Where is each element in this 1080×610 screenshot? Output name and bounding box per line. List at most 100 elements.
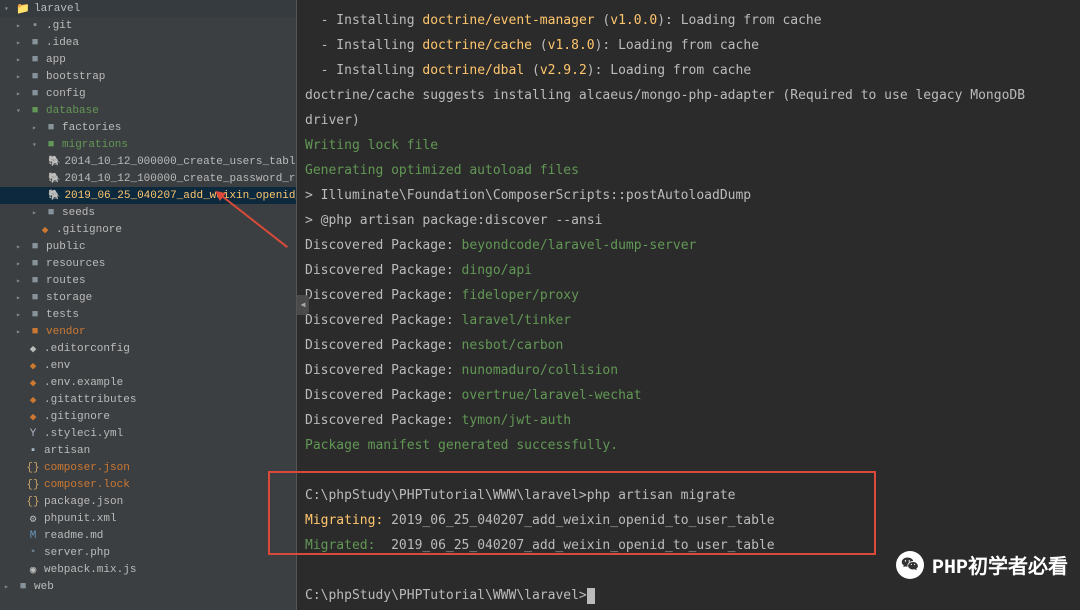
folder-icon: ■ (28, 325, 42, 339)
terminal-line: Discovered Package: beyondcode/laravel-d… (305, 233, 1080, 258)
project-sidebar[interactable]: ▾ 📁 laravel ▸▪.git ▸■.idea ▸■app ▸■boots… (0, 0, 297, 610)
chevron-right-icon: ▸ (16, 38, 24, 48)
file-label: .gitignore (44, 411, 110, 423)
folder-label: .idea (46, 37, 79, 49)
watermark: PHP初学者必看 (896, 550, 1068, 580)
terminal-prompt: C:\phpStudy\PHPTutorial\WWW\laravel> (305, 583, 1080, 608)
file-gitignore[interactable]: ◆ .gitignore (0, 221, 296, 238)
terminal-line: Discovered Package: tymon/jwt-auth (305, 408, 1080, 433)
file-env-example[interactable]: ◆.env.example (0, 374, 296, 391)
git-icon: ◆ (26, 393, 40, 407)
file-env[interactable]: ◆.env (0, 357, 296, 374)
terminal-line: Discovered Package: nesbot/carbon (305, 333, 1080, 358)
file-editorconfig[interactable]: ◆ .editorconfig (0, 340, 296, 357)
folder-web[interactable]: ▸■web (0, 578, 296, 595)
folder-config[interactable]: ▸■config (0, 85, 296, 102)
file-webpack[interactable]: ◉webpack.mix.js (0, 561, 296, 578)
folder-label: factories (62, 122, 121, 134)
terminal-panel[interactable]: - Installing doctrine/event-manager (v1.… (297, 0, 1080, 610)
file-artisan[interactable]: ▪artisan (0, 442, 296, 459)
terminal-line: - Installing doctrine/event-manager (v1.… (305, 8, 1080, 33)
file-label: package.json (44, 496, 123, 508)
chevron-right-icon: ▸ (16, 242, 24, 252)
wechat-icon (896, 551, 924, 579)
chevron-right-icon: ▸ (16, 293, 24, 303)
xml-icon: ⚙ (26, 512, 40, 526)
folder-icon: ■ (28, 70, 42, 84)
file-phpunit[interactable]: ⚙phpunit.xml (0, 510, 296, 527)
git-icon: ◆ (26, 410, 40, 424)
folder-public[interactable]: ▸■public (0, 238, 296, 255)
folder-label: routes (46, 275, 86, 287)
terminal-line: > @php artisan package:discover --ansi (305, 208, 1080, 233)
project-root[interactable]: ▾ 📁 laravel (0, 0, 296, 17)
file-composer-lock[interactable]: {}composer.lock (0, 476, 296, 493)
folder-label: migrations (62, 139, 128, 151)
php-icon: 🐘 (48, 155, 60, 169)
migration-file[interactable]: 🐘2014_10_12_100000_create_password_reset… (0, 170, 296, 187)
config-icon: ◆ (26, 342, 40, 356)
file-gitignore[interactable]: ◆ .gitignore (0, 408, 296, 425)
folder-app[interactable]: ▸■app (0, 51, 296, 68)
folder-label: storage (46, 292, 92, 304)
folder-migrations[interactable]: ▾■migrations (0, 136, 296, 153)
folder-label: vendor (46, 326, 86, 338)
file-package-json[interactable]: {}package.json (0, 493, 296, 510)
file-label: webpack.mix.js (44, 564, 136, 576)
file-server-php[interactable]: ▪server.php (0, 544, 296, 561)
terminal-line: Discovered Package: laravel/tinker (305, 308, 1080, 333)
chevron-right-icon: ▸ (16, 310, 24, 320)
chevron-right-icon: ▸ (16, 259, 24, 269)
folder-label: public (46, 241, 86, 253)
chevron-right-icon: ▸ (16, 55, 24, 65)
sidebar-collapse-button[interactable]: ◀ (297, 295, 309, 315)
file-label: .gitattributes (44, 394, 136, 406)
folder-icon: ■ (28, 104, 42, 118)
folder-routes[interactable]: ▸■routes (0, 272, 296, 289)
terminal-line: Discovered Package: dingo/api (305, 258, 1080, 283)
chevron-right-icon: ▸ (32, 123, 40, 133)
file-label: .styleci.yml (44, 428, 123, 440)
folder-icon: ■ (28, 87, 42, 101)
folder-icon: ■ (16, 580, 30, 594)
chevron-right-icon: ▸ (16, 21, 24, 31)
file-composer-json[interactable]: {}composer.json (0, 459, 296, 476)
folder-bootstrap[interactable]: ▸ ■ bootstrap (0, 68, 296, 85)
project-name: laravel (34, 3, 80, 15)
folder-vendor[interactable]: ▸■vendor (0, 323, 296, 340)
chevron-right-icon: ▸ (32, 208, 40, 218)
file-styleci[interactable]: Y.styleci.yml (0, 425, 296, 442)
folder-tests[interactable]: ▸■tests (0, 306, 296, 323)
git-icon: ◆ (38, 223, 52, 237)
file-label: .env (44, 360, 70, 372)
folder-factories[interactable]: ▸ ■ factories (0, 119, 296, 136)
file-readme[interactable]: Mreadme.md (0, 527, 296, 544)
migration-file-selected[interactable]: 🐘2019_06_25_040207_add_weixin_openid_to_… (0, 187, 296, 204)
migration-file[interactable]: 🐘2014_10_12_000000_create_users_table.ph… (0, 153, 296, 170)
cursor-icon (587, 588, 595, 604)
file-label: artisan (44, 445, 90, 457)
env-icon: ◆ (26, 376, 40, 390)
terminal-line: Generating optimized autoload files (305, 158, 1080, 183)
terminal-line: Discovered Package: nunomaduro/collision (305, 358, 1080, 383)
file-label: .editorconfig (44, 343, 130, 355)
chevron-right-icon: ▸ (16, 72, 24, 82)
folder-icon: ■ (44, 121, 58, 135)
terminal-line: Package manifest generated successfully. (305, 433, 1080, 458)
folder-resources[interactable]: ▸ ■ resources (0, 255, 296, 272)
folder-database[interactable]: ▾■database (0, 102, 296, 119)
terminal-line: - Installing doctrine/cache (v1.8.0): Lo… (305, 33, 1080, 58)
folder-git[interactable]: ▸▪.git (0, 17, 296, 34)
php-icon: ▪ (26, 546, 40, 560)
folder-label: database (46, 105, 99, 117)
folder-idea[interactable]: ▸■.idea (0, 34, 296, 51)
file-gitattributes[interactable]: ◆ .gitattributes (0, 391, 296, 408)
file-label: .gitignore (56, 224, 122, 236)
file-label: readme.md (44, 530, 103, 542)
folder-label: config (46, 88, 86, 100)
folder-label: resources (46, 258, 105, 270)
folder-icon: ■ (28, 257, 42, 271)
folder-storage[interactable]: ▸ ■ storage (0, 289, 296, 306)
folder-label: bootstrap (46, 71, 105, 83)
folder-icon: ■ (28, 291, 42, 305)
